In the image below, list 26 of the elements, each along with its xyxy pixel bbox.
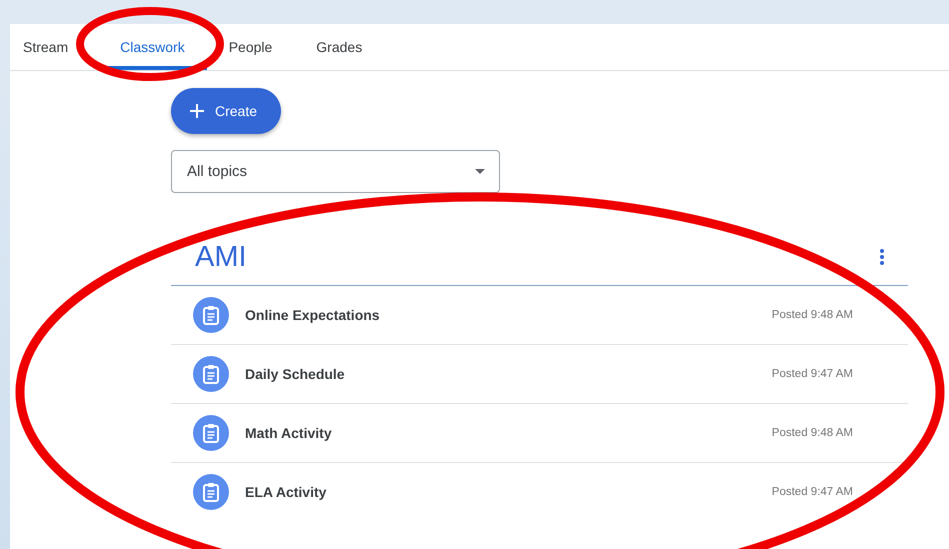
clipboard-icon — [193, 297, 229, 333]
more-vertical-icon — [880, 249, 884, 265]
tab[interactable]: Grades — [294, 24, 384, 70]
assignment-title: Math Activity — [245, 425, 333, 441]
posted-time: Posted 9:48 AM — [772, 309, 853, 321]
assignment-row[interactable]: Daily Schedule Posted 9:47 AM — [171, 345, 908, 404]
assignment-row[interactable]: ELA Activity Posted 9:47 AM — [171, 463, 908, 521]
tab[interactable]: People — [206, 24, 294, 70]
tab[interactable]: Stream — [23, 24, 98, 70]
create-button[interactable]: Create — [171, 88, 281, 134]
clipboard-icon — [193, 356, 229, 392]
clipboard-icon — [193, 474, 229, 510]
posted-time: Posted 9:47 AM — [772, 486, 853, 498]
assignment-title: ELA Activity — [245, 484, 328, 500]
posted-time: Posted 9:48 AM — [772, 427, 853, 439]
assignment-title: Daily Schedule — [245, 366, 346, 382]
assignment-row[interactable]: Math Activity Posted 9:48 AM — [171, 404, 908, 463]
assignment-title: Online Expectations — [245, 307, 381, 323]
topic-title: AMI — [195, 240, 247, 274]
posted-time: Posted 9:47 AM — [772, 368, 853, 380]
assignment-row[interactable]: Online Expectations Posted 9:48 AM — [171, 286, 908, 345]
plus-icon — [189, 103, 205, 119]
topic-select[interactable]: All topics — [171, 150, 500, 193]
clipboard-icon — [193, 415, 229, 451]
dropdown-caret-icon — [475, 169, 485, 174]
tab[interactable]: Classwork — [98, 24, 207, 70]
